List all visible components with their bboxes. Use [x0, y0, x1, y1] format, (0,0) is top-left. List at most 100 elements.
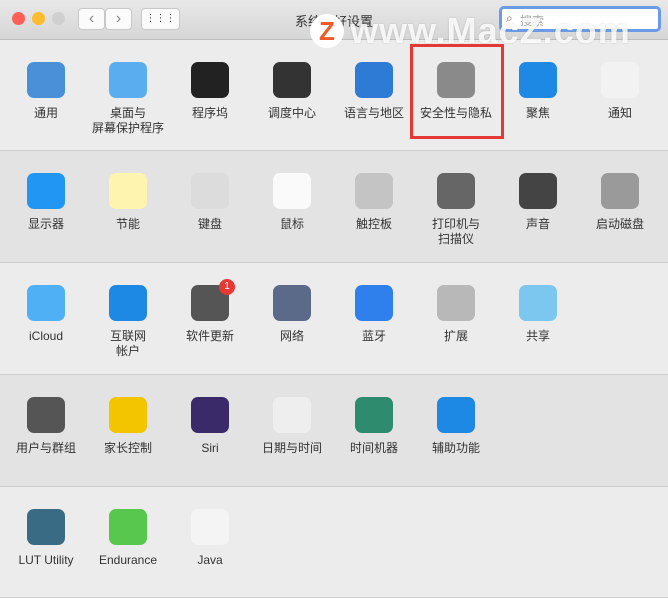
pref-pane-icloud[interactable]: iCloud — [5, 285, 87, 344]
pref-pane-network-globe[interactable]: 网络 — [251, 285, 333, 344]
puzzle-icon — [437, 285, 475, 321]
language-flag-icon — [355, 62, 393, 98]
bluetooth-icon — [355, 285, 393, 321]
pref-pane-label: 节能 — [115, 217, 140, 231]
network-globe-icon — [273, 285, 311, 321]
pref-pane-puzzle[interactable]: 扩展 — [415, 285, 497, 344]
pref-pane-label: 辅助功能 — [431, 441, 480, 455]
general-icon — [27, 62, 65, 98]
pref-pane-bulb[interactable]: 节能 — [87, 173, 169, 232]
watermark-text: www.MacZ.com — [350, 10, 631, 51]
at-icon — [109, 285, 147, 321]
speaker-icon — [519, 173, 557, 209]
pref-pane-parental[interactable]: 家长控制 — [87, 397, 169, 456]
pref-pane-sharing-folder[interactable]: 共享 — [497, 285, 579, 344]
pref-pane-battery[interactable]: Endurance — [87, 509, 169, 568]
pref-pane-label: 声音 — [525, 217, 550, 231]
pref-pane-general[interactable]: 通用 — [5, 62, 87, 121]
pref-pane-label: Endurance — [98, 553, 158, 567]
pref-pane-label: 桌面与 屏幕保护程序 — [91, 106, 164, 135]
pane-section: 通用 桌面与 屏幕保护程序 程序坞 调度中心 语言与地区 安全性与隐私 聚焦 通知 — [0, 40, 668, 151]
pref-pane-spotlight[interactable]: 聚焦 — [497, 62, 579, 121]
sharing-folder-icon — [519, 285, 557, 321]
pref-pane-java[interactable]: Java — [169, 509, 251, 568]
watermark-logo: Z — [310, 14, 344, 48]
desktop-icon — [109, 62, 147, 98]
pref-pane-label: 时间机器 — [349, 441, 398, 455]
time-machine-icon — [355, 397, 393, 433]
pref-pane-label: 语言与地区 — [343, 106, 404, 120]
pref-pane-trackpad[interactable]: 触控板 — [333, 173, 415, 232]
display-icon — [27, 173, 65, 209]
pref-pane-dock[interactable]: 程序坞 — [169, 62, 251, 121]
pref-pane-label: 聚焦 — [525, 106, 550, 120]
pane-section: 用户与群组 家长控制 Siri 日期与时间 时间机器 辅助功能 — [0, 375, 668, 487]
pref-pane-label: 启动磁盘 — [595, 217, 644, 231]
pref-pane-label: 通知 — [607, 106, 632, 120]
mission-control-icon — [273, 62, 311, 98]
spotlight-icon — [519, 62, 557, 98]
disk-icon — [601, 173, 639, 209]
pref-pane-notifications[interactable]: 通知 — [579, 62, 661, 121]
pref-pane-label: 鼠标 — [279, 217, 304, 231]
pref-pane-disk[interactable]: 启动磁盘 — [579, 173, 661, 232]
mouse-icon — [273, 173, 311, 209]
pref-pane-label: Java — [197, 553, 223, 567]
dock-icon — [191, 62, 229, 98]
pref-pane-users[interactable]: 用户与群组 — [5, 397, 87, 456]
pref-pane-siri[interactable]: Siri — [169, 397, 251, 456]
pref-pane-label: LUT Utility — [18, 553, 74, 567]
trackpad-icon — [355, 173, 393, 209]
pane-section: LUT Utility Endurance Java — [0, 487, 668, 598]
pref-pane-label: 打印机与 扫描仪 — [431, 217, 480, 246]
pref-pane-label: 用户与群组 — [15, 441, 76, 455]
accessibility-icon — [437, 397, 475, 433]
pref-pane-at[interactable]: 互联网 帐户 — [87, 285, 169, 359]
pref-pane-label: 日期与时间 — [261, 441, 322, 455]
java-icon — [191, 509, 229, 545]
pref-pane-label: 触控板 — [355, 217, 392, 231]
software-update-gear-icon: 1 — [191, 279, 235, 321]
lut-icon — [27, 509, 65, 545]
pref-pane-lut[interactable]: LUT Utility — [5, 509, 87, 568]
battery-icon — [109, 509, 147, 545]
parental-icon — [109, 397, 147, 433]
pref-pane-software-update-gear[interactable]: 1 软件更新 — [169, 279, 251, 344]
pane-section: iCloud 互联网 帐户 1 软件更新 网络 蓝牙 扩展 共享 — [0, 263, 668, 375]
pref-pane-mouse[interactable]: 鼠标 — [251, 173, 333, 232]
pref-pane-language-flag[interactable]: 语言与地区 — [333, 62, 415, 121]
pref-pane-keyboard[interactable]: 键盘 — [169, 173, 251, 232]
icloud-icon — [27, 285, 65, 321]
pane-section: 显示器 节能 键盘 鼠标 触控板 打印机与 扫描仪 声音 启动磁盘 — [0, 151, 668, 263]
siri-icon — [191, 397, 229, 433]
pref-pane-display[interactable]: 显示器 — [5, 173, 87, 232]
pref-pane-time-machine[interactable]: 时间机器 — [333, 397, 415, 456]
pref-pane-speaker[interactable]: 声音 — [497, 173, 579, 232]
pref-pane-desktop[interactable]: 桌面与 屏幕保护程序 — [87, 62, 169, 136]
pref-pane-accessibility[interactable]: 辅助功能 — [415, 397, 497, 456]
pref-pane-printer[interactable]: 打印机与 扫描仪 — [415, 173, 497, 247]
pref-pane-label: 程序坞 — [191, 106, 228, 120]
pref-pane-label: 显示器 — [27, 217, 64, 231]
bulb-icon — [109, 173, 147, 209]
pref-pane-label: Siri — [201, 441, 219, 455]
printer-icon — [437, 173, 475, 209]
pref-pane-clock[interactable]: 日期与时间 — [251, 397, 333, 456]
pref-pane-label: 调度中心 — [267, 106, 316, 120]
pref-pane-bluetooth[interactable]: 蓝牙 — [333, 285, 415, 344]
pref-pane-label: 键盘 — [197, 217, 222, 231]
pref-pane-label: 蓝牙 — [361, 329, 386, 343]
pref-pane-mission-control[interactable]: 调度中心 — [251, 62, 333, 121]
pref-pane-label: 软件更新 — [185, 329, 234, 343]
update-badge: 1 — [219, 279, 235, 295]
pref-pane-label: 家长控制 — [103, 441, 152, 455]
clock-icon — [273, 397, 311, 433]
notifications-icon — [601, 62, 639, 98]
pref-pane-label: 通用 — [33, 106, 58, 120]
pref-pane-label: 扩展 — [443, 329, 468, 343]
pref-pane-label: 互联网 帐户 — [109, 329, 146, 358]
users-icon — [27, 397, 65, 433]
pref-pane-label: iCloud — [28, 329, 64, 343]
highlight-box — [410, 44, 504, 139]
pref-pane-label: 共享 — [525, 329, 550, 343]
